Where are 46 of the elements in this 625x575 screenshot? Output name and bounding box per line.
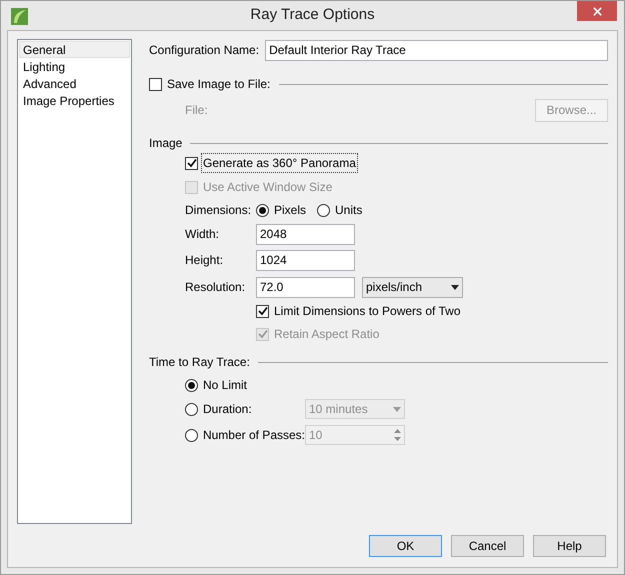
field-label: File:: [185, 102, 209, 119]
dropdown-arrow-icon: [393, 406, 401, 412]
dialog-button[interactable]: Cancel: [451, 535, 524, 557]
checkbox-label: Retain Aspect Ratio: [273, 326, 380, 343]
check-icon: [258, 306, 268, 316]
text-field[interactable]: 2048: [256, 224, 355, 244]
text-field[interactable]: 72.0: [256, 276, 355, 298]
radio-button[interactable]: [185, 378, 198, 392]
close-icon: [590, 4, 604, 18]
check-icon: [258, 329, 268, 339]
radio-label: Number of Passes:: [202, 427, 305, 444]
radio-label: Pixels: [274, 202, 306, 219]
dropdown-arrow-icon: [451, 284, 459, 290]
sidebar-item[interactable]: Advanced: [19, 75, 130, 92]
checkbox-label: Use Active Window Size: [202, 179, 334, 196]
field-label: Height:: [185, 252, 224, 269]
radio-label: Units: [335, 202, 362, 219]
checkbox[interactable]: [149, 78, 162, 90]
window-title: Ray Trace Options: [250, 5, 375, 26]
section-heading: Image: [149, 135, 182, 152]
field-label: Resolution:: [185, 279, 246, 296]
text-field[interactable]: 1024: [256, 250, 355, 270]
dialog-button[interactable]: Help: [533, 535, 606, 557]
field-label: Configuration Name:: [149, 42, 260, 59]
sidebar-item[interactable]: General: [19, 41, 130, 58]
dialog-button[interactable]: OK: [369, 535, 442, 557]
app-icon: [11, 8, 28, 25]
radio-label: No Limit: [203, 377, 248, 394]
check-icon: [186, 158, 196, 168]
checkbox-label: Limit Dimensions to Powers of Two: [273, 303, 462, 320]
sidebar-item[interactable]: Image Properties: [19, 92, 130, 109]
checkbox[interactable]: [185, 156, 198, 170]
radio-button[interactable]: [256, 204, 269, 216]
section-heading: Time to Ray Trace:: [149, 354, 250, 371]
text-field[interactable]: Default Interior Ray Trace: [265, 40, 608, 60]
checkbox[interactable]: [256, 304, 269, 318]
field-label: Width:: [185, 226, 220, 243]
radio-button[interactable]: [317, 204, 330, 216]
sidebar-item[interactable]: Lighting: [19, 58, 130, 75]
radio-label: Duration:: [203, 401, 252, 418]
close-button[interactable]: [577, 1, 617, 21]
checkbox-label: Save Image to File:: [166, 76, 272, 93]
spinner-arrows-icon: [393, 428, 402, 442]
field-label: Dimensions:: [185, 202, 252, 219]
checkbox-label: Generate as 360° Panorama: [202, 154, 357, 172]
unit-dropdown[interactable]: pixels/inch: [362, 276, 463, 298]
